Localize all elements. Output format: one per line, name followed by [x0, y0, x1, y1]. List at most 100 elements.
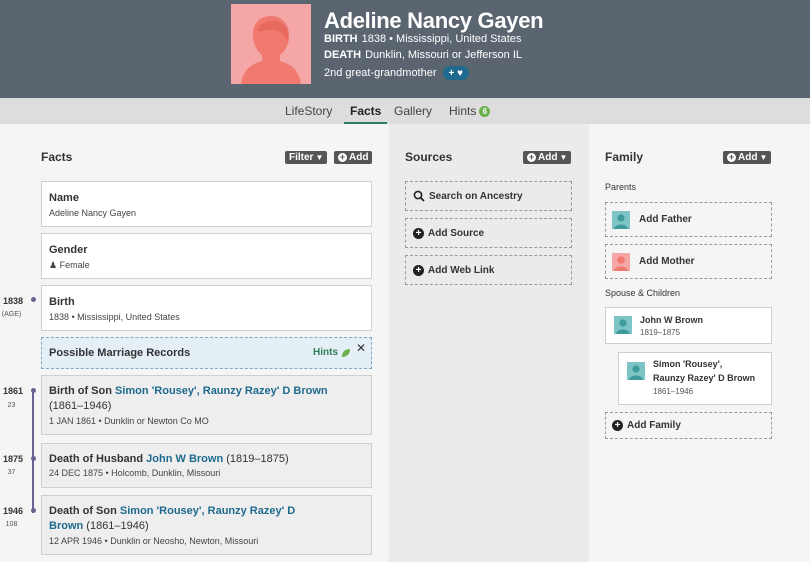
event-years: (1861–1946): [83, 520, 149, 532]
son-link[interactable]: Simon 'Rousey', Raunzy Razey' D Brown: [115, 385, 328, 397]
name-fact-title: Name: [49, 192, 79, 204]
add-fact-label: Add: [349, 152, 369, 163]
timeline-line: [32, 391, 34, 513]
add-web-link-button[interactable]: + Add Web Link: [405, 255, 572, 285]
birth-value: 1838 • Mississippi, United States: [361, 33, 522, 45]
hints-link[interactable]: Hints: [313, 347, 351, 358]
death-line: DEATH Dunklin, Missouri or Jefferson IL: [324, 49, 522, 61]
event-prefix: Death of Son: [49, 505, 120, 517]
chevron-down-icon: ▼: [559, 153, 568, 162]
gender-fact-card[interactable]: Gender ♟ Female: [41, 233, 372, 279]
relationship-text: 2nd great-grandmother: [324, 67, 437, 79]
plus-icon: +: [413, 227, 424, 239]
event-prefix: Death of Husband: [49, 453, 147, 465]
child-years: 1861–1946: [653, 387, 694, 396]
male-avatar-icon: [612, 211, 630, 229]
husband-link[interactable]: John W Brown: [146, 453, 223, 465]
person-name: Adeline Nancy Gayen: [324, 8, 544, 33]
name-fact-card[interactable]: Name Adeline Nancy Gayen: [41, 181, 372, 227]
family-title: Family: [605, 150, 644, 164]
tab-lifestory[interactable]: LifeStory: [285, 98, 332, 124]
hints-count-badge: 6: [479, 106, 491, 117]
marriage-hint-card[interactable]: Possible Marriage Records Hints ✕: [41, 337, 372, 369]
search-ancestry-button[interactable]: Search on Ancestry: [405, 181, 572, 211]
timeline-year: 1875: [2, 454, 23, 464]
event-card[interactable]: Birth of Son Simon 'Rousey', Raunzy Raze…: [41, 375, 372, 435]
add-mother-button[interactable]: Add Mother: [605, 244, 772, 279]
child-name-line1: Simon 'Rousey',: [653, 359, 723, 369]
male-avatar-icon: [627, 362, 645, 380]
event-text: Death of Son Simon 'Rousey', Raunzy Raze…: [49, 504, 309, 534]
leaf-icon: [342, 348, 350, 357]
add-family-label: Add Family: [627, 420, 681, 431]
timeline-year: 1946: [2, 506, 23, 516]
plus-icon: +: [413, 264, 424, 276]
timeline-dot: [31, 456, 36, 461]
add-mother-label: Add Mother: [639, 256, 695, 267]
event-years: (1861–1946): [49, 400, 112, 412]
child-name-line2: Raunzy Razey' D Brown: [653, 373, 756, 383]
event-date: 24 DEC 1875 • Holcomb, Dunklin, Missouri: [49, 468, 221, 478]
death-label: DEATH: [324, 49, 362, 61]
plus-icon: +: [727, 152, 736, 162]
birth-label: BIRTH: [324, 33, 358, 45]
spouse-card[interactable]: John W Brown 1819–1875: [605, 307, 772, 344]
timeline-age: (AGE): [1, 311, 22, 318]
timeline-dot: [31, 297, 36, 302]
tab-hints-label: Hints: [449, 104, 477, 118]
child-card[interactable]: Simon 'Rousey', Raunzy Razey' D Brown 18…: [618, 352, 772, 405]
event-card[interactable]: Death of Son Simon 'Rousey', Raunzy Raze…: [41, 495, 372, 555]
person-icon: ♟: [49, 260, 58, 270]
gender-fact-value: Female: [59, 260, 90, 270]
add-family-menu-button[interactable]: + Add ▼: [723, 151, 772, 164]
birth-line: BIRTH 1838 • Mississippi, United States: [324, 33, 521, 45]
close-icon[interactable]: ✕: [356, 341, 366, 355]
search-icon: [413, 190, 425, 202]
filter-button[interactable]: Filter ▼: [285, 151, 328, 164]
add-source-button[interactable]: + Add Source: [405, 218, 572, 248]
timeline-age: 37: [7, 469, 16, 476]
hints-link-label: Hints: [313, 347, 338, 358]
name-fact-value: Adeline Nancy Gayen: [49, 208, 137, 218]
tab-facts[interactable]: Facts: [344, 98, 388, 124]
spouse-children-label: Spouse & Children: [605, 288, 681, 298]
event-prefix: Birth of Son: [49, 385, 115, 397]
chevron-down-icon: ▼: [315, 153, 324, 162]
hint-title: Possible Marriage Records: [49, 347, 191, 359]
event-date: 1 JAN 1861 • Dunklin or Newton Co MO: [49, 416, 209, 426]
add-family-button[interactable]: + Add Family: [605, 412, 772, 439]
filter-label: Filter: [289, 152, 314, 163]
tab-hints[interactable]: Hints 6: [449, 98, 491, 124]
profile-tabs: LifeStory Facts Gallery Hints 6: [0, 98, 810, 124]
timeline-year: 1861: [2, 386, 23, 396]
female-avatar-icon: [612, 253, 630, 271]
timeline-age: 23: [7, 402, 16, 409]
timeline-dot: [31, 388, 36, 393]
gender-fact-row: ♟ Female: [49, 260, 90, 271]
add-fact-button[interactable]: + Add: [334, 151, 373, 164]
birth-fact-title: Birth: [49, 296, 75, 308]
tab-gallery[interactable]: Gallery: [394, 98, 432, 124]
gender-fact-title: Gender: [49, 244, 88, 256]
add-source-label: Add Source: [428, 227, 485, 239]
birth-fact-value: 1838 • Mississippi, United States: [49, 312, 180, 322]
timeline-dot: [31, 508, 36, 513]
death-value: Dunklin, Missouri or Jefferson IL: [365, 49, 522, 61]
add-father-button[interactable]: Add Father: [605, 202, 772, 237]
event-card[interactable]: Death of Husband John W Brown (1819–1875…: [41, 443, 372, 488]
plus-icon: +: [338, 152, 347, 162]
birth-fact-card[interactable]: Birth 1838 • Mississippi, United States: [41, 285, 372, 331]
male-avatar-icon: [614, 316, 632, 334]
relationship-button[interactable]: + ♥: [442, 66, 470, 80]
add-source-menu-button[interactable]: + Add ▼: [523, 151, 572, 164]
chevron-down-icon: ▼: [759, 153, 768, 162]
add-source-menu-label: Add: [538, 152, 558, 163]
facts-title: Facts: [41, 150, 73, 164]
search-ancestry-label: Search on Ancestry: [429, 190, 523, 202]
timeline-age: 108: [5, 521, 18, 528]
add-web-link-label: Add Web Link: [428, 264, 495, 276]
event-years: (1819–1875): [223, 453, 289, 465]
profile-header: Adeline Nancy Gayen BIRTH 1838 • Mississi…: [0, 0, 810, 98]
event-date: 12 APR 1946 • Dunklin or Neosho, Newton,…: [49, 536, 259, 546]
profile-avatar[interactable]: [231, 4, 311, 84]
